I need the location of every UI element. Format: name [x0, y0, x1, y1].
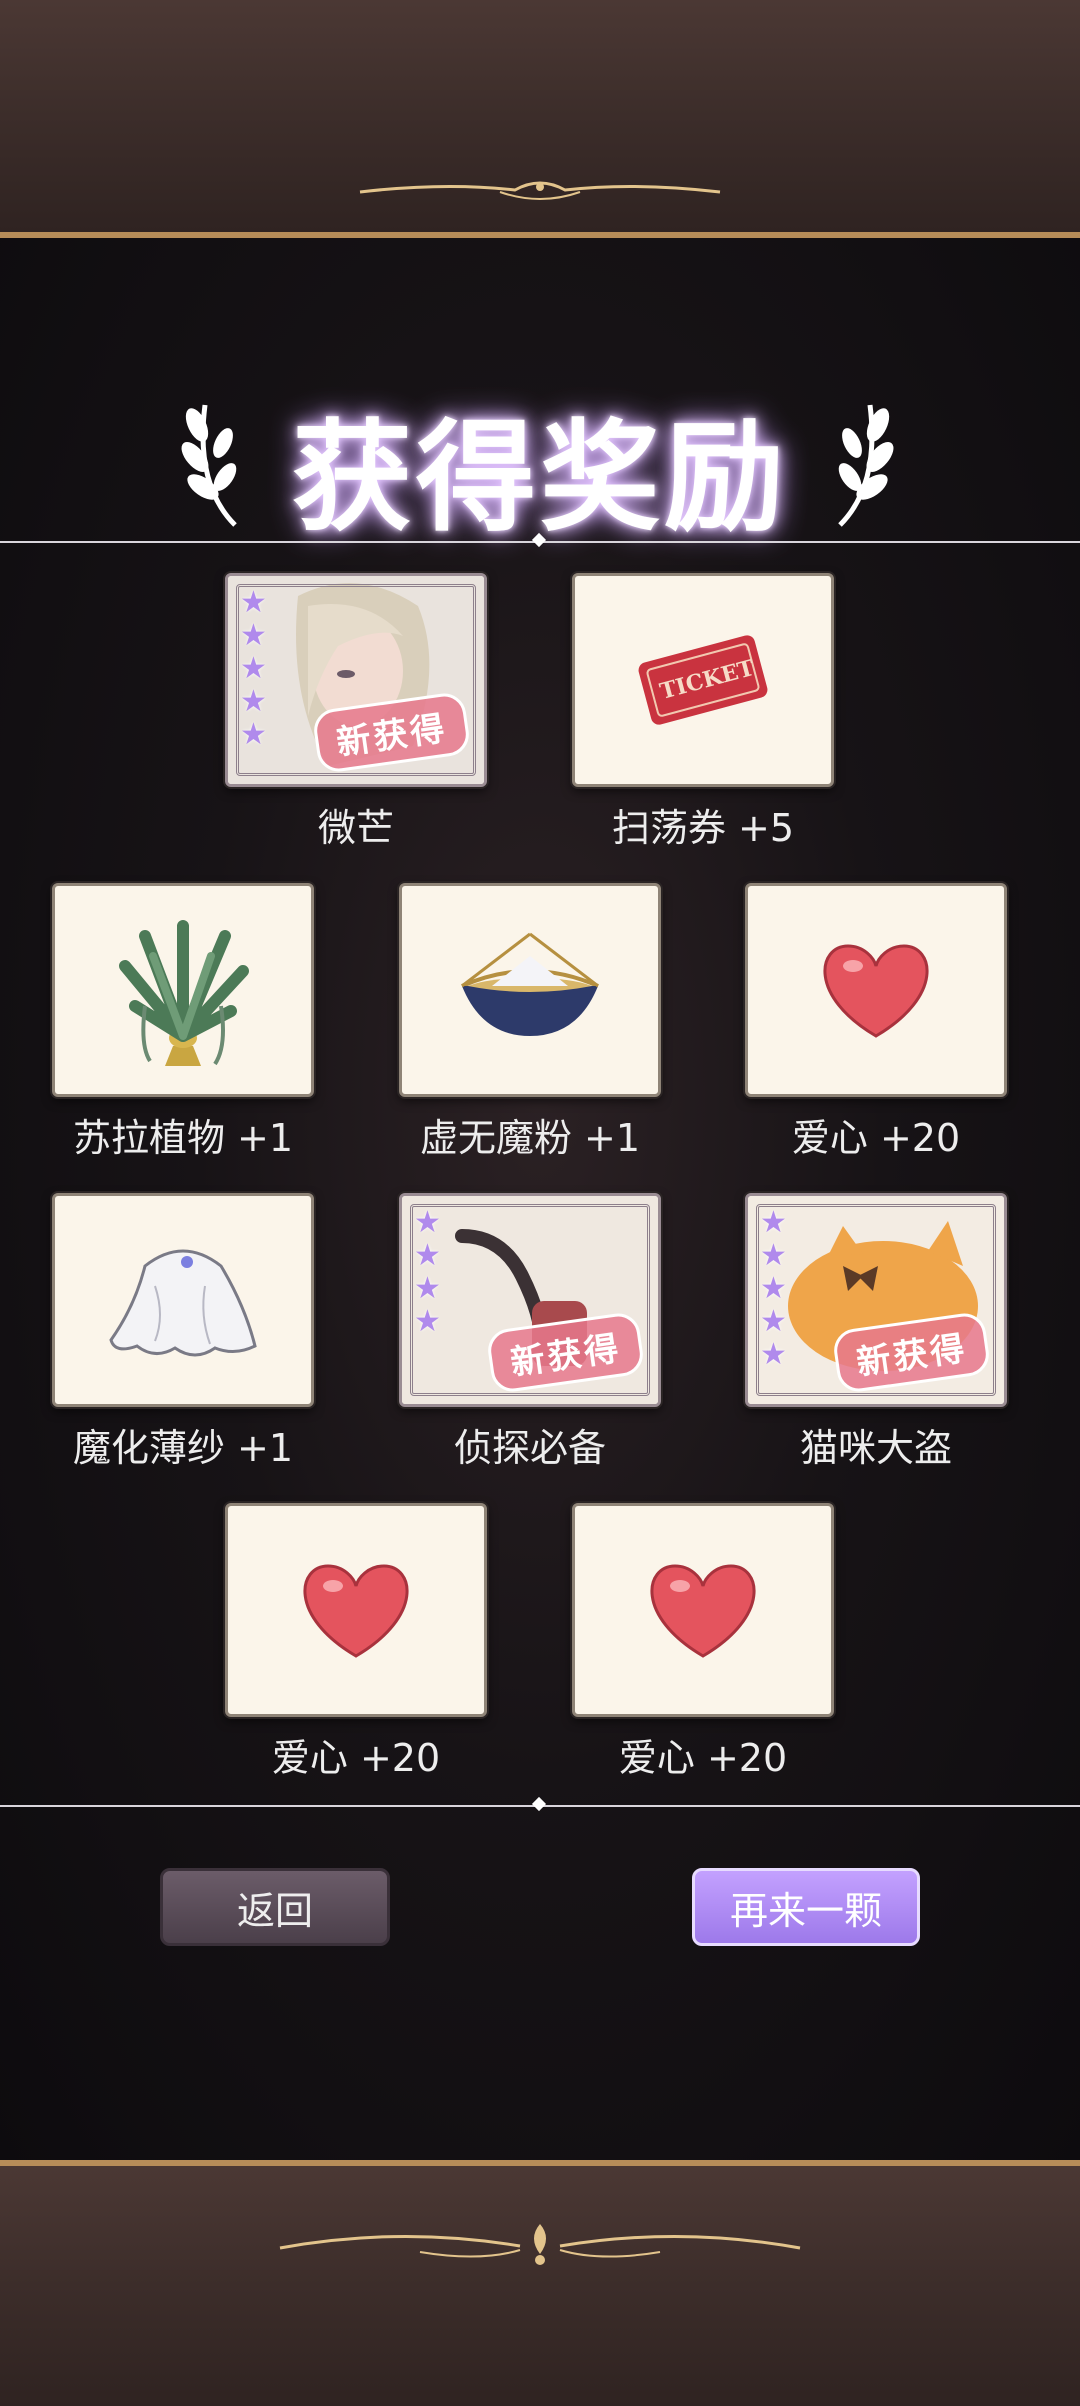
reward-card: ★ ★ ★ ★ ★ 新获得: [225, 573, 487, 787]
heart-icon: [823, 944, 929, 1038]
reward-item[interactable]: ★ ★ ★ ★ ★ 新获得 微芒: [225, 573, 487, 852]
reward-card: [52, 883, 314, 1097]
star-icon: ★: [240, 717, 267, 752]
reward-label: 爱心 +20: [791, 1116, 961, 1160]
plant-icon: [119, 920, 249, 1066]
star-icon: ★: [760, 1304, 787, 1339]
rarity-stars: ★ ★ ★ ★: [414, 1206, 441, 1338]
reward-item[interactable]: TICKET 扫荡券 +5: [572, 573, 834, 852]
top-divider: [0, 532, 1080, 548]
star-icon: ★: [760, 1271, 787, 1306]
star-icon: ★: [414, 1271, 441, 1306]
reward-item[interactable]: ★ ★ ★ ★ ★ 新获得 猫咪大盗: [745, 1193, 1007, 1472]
reward-card: [745, 883, 1007, 1097]
reward-label: 苏拉植物 +1: [72, 1116, 294, 1160]
reward-item[interactable]: 魔化薄纱 +1: [52, 1193, 314, 1472]
reward-card: TICKET: [572, 573, 834, 787]
heart-icon: [650, 1564, 756, 1658]
reward-label: 侦探必备: [453, 1426, 606, 1470]
rarity-stars: ★ ★ ★ ★ ★: [240, 586, 267, 751]
top-banner: [0, 0, 1080, 238]
reward-card: ★ ★ ★ ★ ★ 新获得: [745, 1193, 1007, 1407]
star-icon: ★: [240, 651, 267, 686]
gold-flourish-icon: [279, 2224, 801, 2265]
reward-label: 虚无魔粉 +1: [419, 1116, 641, 1160]
star-icon: ★: [240, 684, 267, 719]
reward-label: 爱心 +20: [271, 1736, 441, 1780]
reward-item[interactable]: ★ ★ ★ ★ 新获得 侦探必备: [399, 1193, 661, 1472]
reward-card: ★ ★ ★ ★ 新获得: [399, 1193, 661, 1407]
reward-card: [52, 1193, 314, 1407]
star-icon: ★: [240, 618, 267, 653]
bottom-banner: [0, 2160, 1080, 2406]
back-button[interactable]: 返回: [160, 1868, 390, 1946]
reward-card: [572, 1503, 834, 1717]
reward-item[interactable]: 虚无魔粉 +1: [399, 883, 661, 1162]
reward-item[interactable]: 爱心 +20: [745, 883, 1007, 1162]
star-icon: ★: [760, 1205, 787, 1240]
reward-label: 微芒: [317, 806, 394, 850]
reward-item[interactable]: 苏拉植物 +1: [52, 883, 314, 1162]
rarity-stars: ★ ★ ★ ★ ★: [760, 1206, 787, 1371]
star-icon: ★: [414, 1304, 441, 1339]
reward-label: 爱心 +20: [618, 1736, 788, 1780]
reward-item[interactable]: 爱心 +20: [572, 1503, 834, 1782]
star-icon: ★: [760, 1238, 787, 1273]
reward-card: [399, 883, 661, 1097]
reward-label: 猫咪大盗: [799, 1426, 952, 1470]
reward-label: 扫荡券 +5: [611, 806, 795, 850]
star-icon: ★: [414, 1205, 441, 1240]
star-icon: ★: [760, 1337, 787, 1372]
star-icon: ★: [414, 1238, 441, 1273]
star-icon: ★: [240, 585, 267, 620]
draw-again-button[interactable]: 再来一颗: [692, 1868, 920, 1946]
ticket-icon: TICKET: [638, 635, 768, 725]
bottom-divider: [0, 1796, 1080, 1812]
page-title: 获得奖励: [292, 407, 788, 548]
powder-bowl-icon: [461, 932, 599, 1036]
laurel-right-icon: [838, 404, 894, 527]
reward-card: [225, 1503, 487, 1717]
veil-icon: [109, 1249, 257, 1357]
reward-label: 魔化薄纱 +1: [72, 1426, 294, 1470]
heart-icon: [303, 1564, 409, 1658]
reward-item[interactable]: 爱心 +20: [225, 1503, 487, 1782]
gold-flourish-icon: [359, 181, 721, 200]
